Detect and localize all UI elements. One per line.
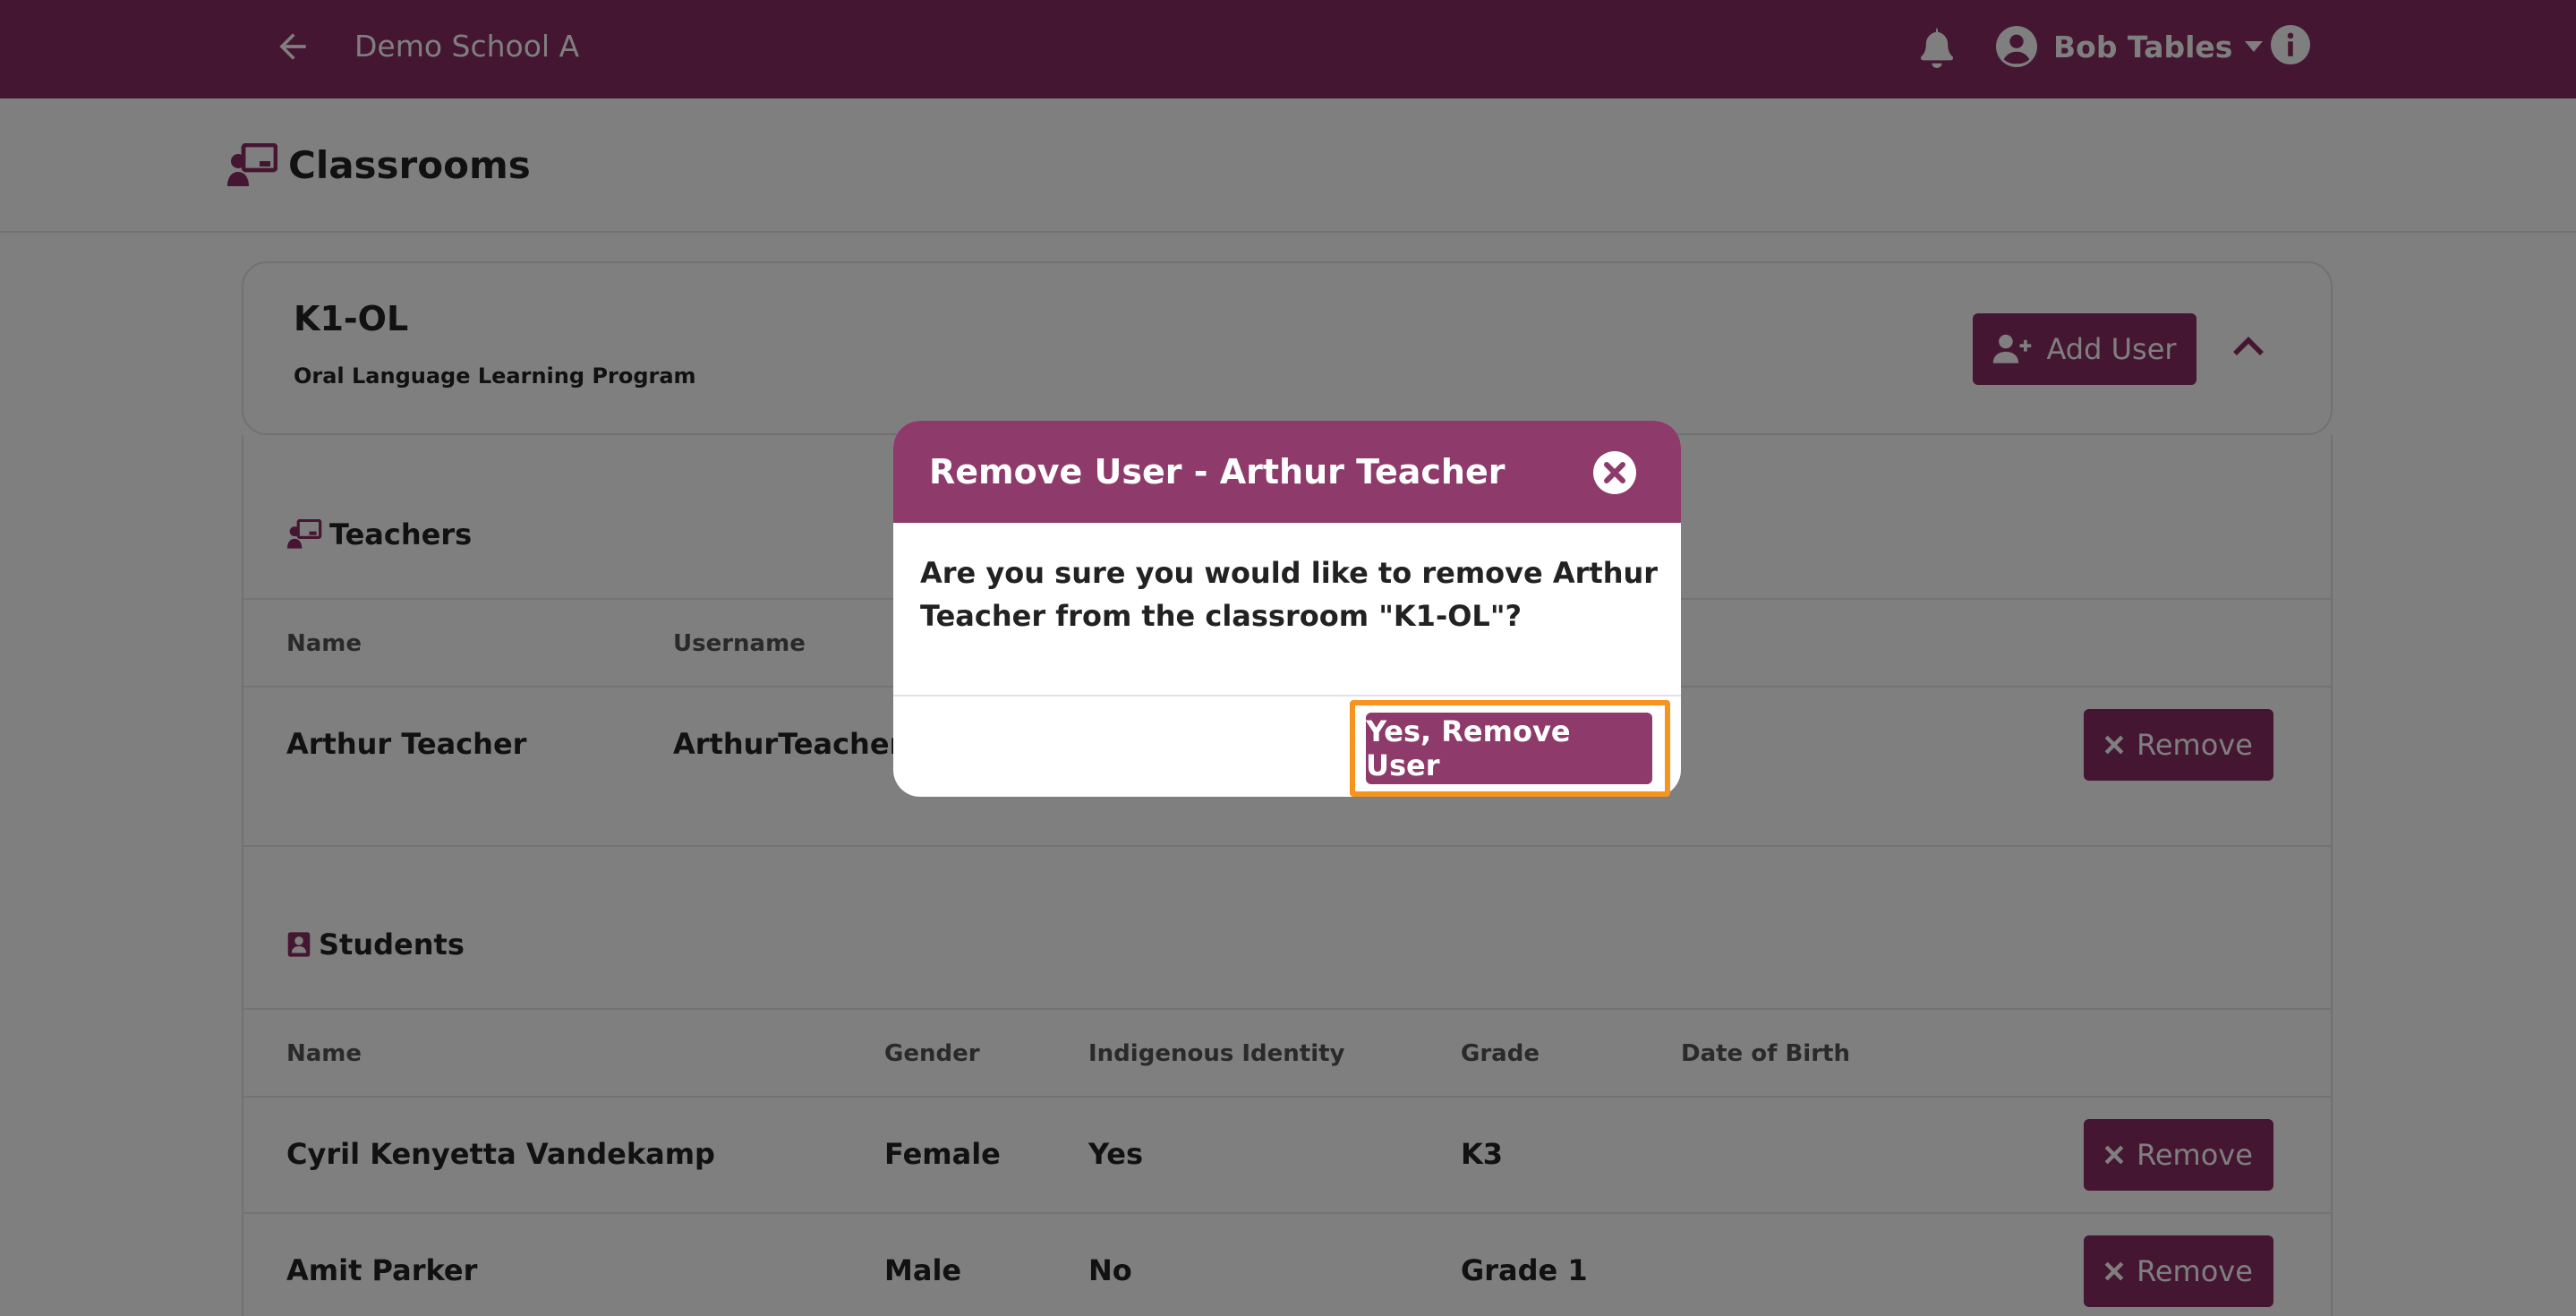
dialog-message: Are you sure you would like to remove Ar… (920, 556, 1659, 633)
divider (893, 695, 1681, 696)
dialog-title: Remove User - Arthur Teacher (929, 452, 1506, 491)
dialog-header: Remove User - Arthur Teacher (893, 421, 1681, 523)
close-circle-icon[interactable] (1593, 451, 1636, 494)
highlight-outline (1350, 700, 1670, 797)
